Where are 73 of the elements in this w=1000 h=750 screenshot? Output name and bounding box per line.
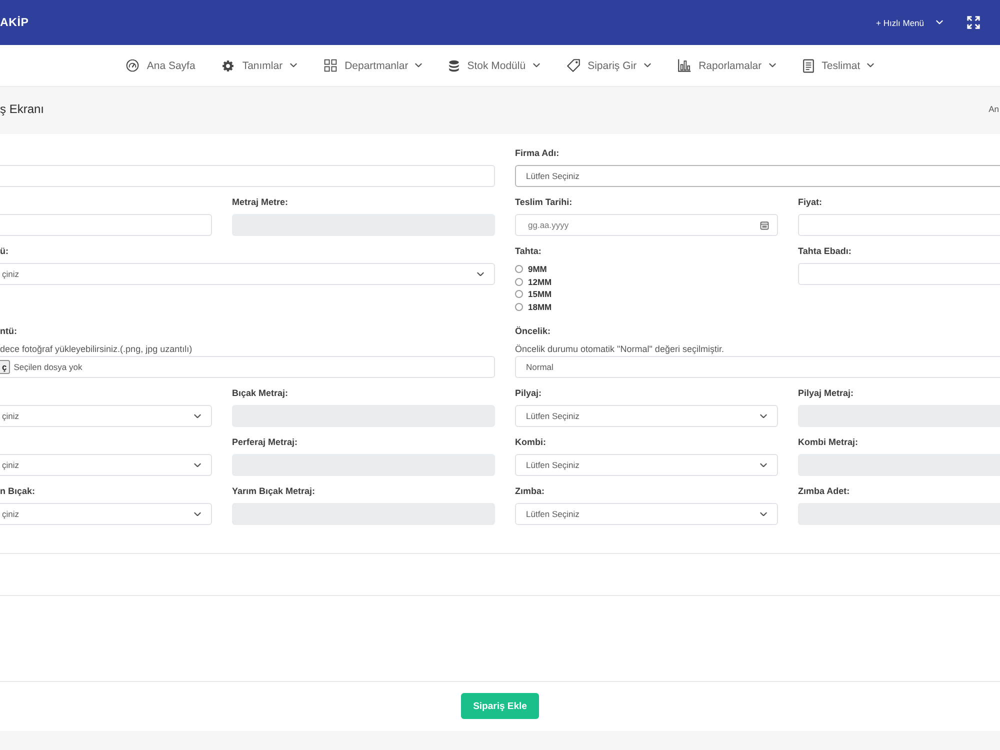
radio-label[interactable]: 9MM [528, 264, 547, 274]
select-field[interactable]: çiniz [0, 454, 212, 476]
field-label: ntü: [0, 325, 18, 337]
database-icon [449, 60, 460, 72]
field-label: Pilyaj Metraj: [798, 387, 855, 399]
chevron-down-icon [194, 414, 201, 418]
radio-button[interactable] [515, 278, 523, 286]
file-name-text: Seçilen dosya yok [14, 362, 82, 372]
field-label: Tahta: [515, 245, 542, 257]
radio-button[interactable] [515, 290, 523, 298]
select-field[interactable]: çiniz [0, 405, 212, 427]
field-label: Metraj Metre: [232, 196, 290, 208]
field-label: Perferaj Metraj: [232, 436, 299, 448]
date-field[interactable]: gg.aa.yyyy [515, 214, 778, 236]
field-label: Fiyat: [798, 196, 824, 208]
field-label: n Bıçak: [0, 485, 36, 497]
input-field[interactable] [798, 214, 1000, 236]
field-label: Bıçak Metraj: [232, 387, 290, 399]
nav-link[interactable]: Raporlamalar [678, 59, 776, 72]
quick-menu-button[interactable]: + Hızlı Menü [876, 18, 943, 28]
chevron-down-icon [477, 272, 484, 276]
chevron-down-icon [760, 512, 767, 516]
nav-link[interactable]: Stok Modülü [449, 60, 540, 72]
field-label: Zımba Adet: [798, 485, 851, 497]
grid-icon [324, 59, 337, 72]
nav-link[interactable]: Sipariş Gir [566, 59, 651, 72]
help-text: Öncelik durumu otomatik "Normal" değeri seçilmiştir. [515, 343, 725, 355]
nav-link[interactable]: Departmanlar [324, 59, 422, 72]
field-label: Pilyaj: [515, 387, 543, 399]
field-label: Öncelik: [515, 325, 552, 337]
radio-label[interactable]: 18MM [528, 302, 552, 312]
input-field[interactable]: Normal [515, 356, 1000, 378]
tag-icon [566, 59, 580, 72]
radio-button[interactable] [515, 265, 523, 274]
breadcrumb-link[interactable]: An [988, 104, 1000, 114]
chevron-down-icon [194, 462, 201, 468]
gauge-icon [126, 59, 139, 72]
calendar-icon [760, 220, 769, 230]
nav-link[interactable]: Tanımlar [222, 60, 297, 72]
select-field[interactable]: Lütfen Seçiniz [515, 165, 1000, 187]
field-label: Yarım Bıçak Metraj: [232, 485, 316, 497]
field-label: Teslim Tarihi: [515, 196, 574, 208]
bar-chart-icon [678, 59, 691, 72]
select-field[interactable]: Lütfen Seçiniz [515, 405, 778, 427]
select-field[interactable]: Lütfen Seçiniz [515, 454, 778, 476]
help-text: dece fotoğraf yükleyebilirsiniz.(.png, jpg uzantılı) [0, 343, 194, 355]
file-input-field[interactable]: ç Seçilen dosya yok [0, 356, 495, 378]
chevron-down-icon [194, 512, 201, 516]
input-field[interactable] [798, 263, 1000, 285]
field-label: Kombi: [515, 436, 547, 448]
input-field[interactable] [0, 214, 212, 236]
radio-button[interactable] [515, 302, 523, 311]
app-logo-text: AKİP [0, 16, 29, 28]
page-title: ş Ekranı [0, 102, 44, 116]
nav-link[interactable]: Teslimat [802, 58, 874, 72]
select-field[interactable]: Lütfen Seçiniz [515, 503, 778, 525]
input-field[interactable] [0, 165, 495, 187]
select-field[interactable]: çiniz [0, 263, 495, 285]
field-label: Firma Adı: [515, 147, 560, 159]
nav-link[interactable]: Ana Sayfa [126, 59, 196, 72]
fullscreen-icon [967, 16, 980, 29]
field-label: Kombi Metraj: [798, 436, 860, 448]
gear-icon [222, 60, 234, 72]
chevron-down-icon [760, 462, 767, 468]
document-icon [802, 58, 814, 72]
field-label: Tahta Ebadı: [798, 245, 852, 257]
chevron-down-icon [760, 414, 767, 418]
radio-label[interactable]: 15MM [528, 289, 552, 300]
radio-label[interactable]: 12MM [528, 276, 552, 287]
field-label: ü: [0, 245, 10, 257]
field-label: Zımba: [515, 485, 546, 497]
choose-file-button[interactable]: ç [0, 360, 10, 374]
select-field[interactable]: çiniz [0, 503, 212, 525]
